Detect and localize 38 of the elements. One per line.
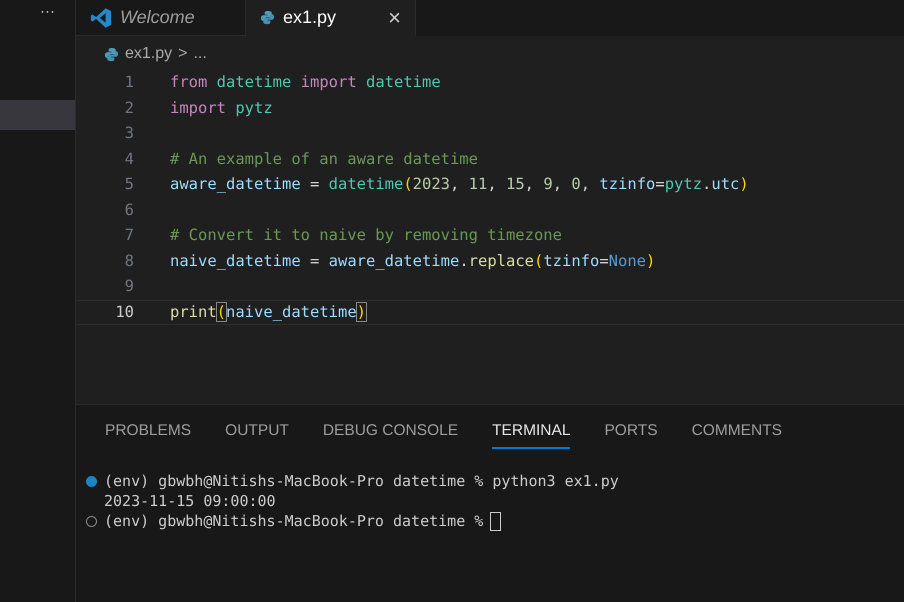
terminal-command: (env) gbwbh@Nitishs-MacBook-Pro datetime % xyxy=(104,511,484,532)
panel-tab[interactable]: TERMINAL xyxy=(492,419,570,450)
panel-tab[interactable]: PORTS xyxy=(604,419,658,450)
code-line: import pytz xyxy=(170,98,273,119)
app-logo-icon xyxy=(90,6,112,28)
code-line: # Convert it to naive by removing timezone xyxy=(170,225,562,246)
more-actions-icon[interactable]: ··· xyxy=(40,0,55,22)
line-number: 4 xyxy=(124,148,134,170)
code-line: # An example of an aware datetime xyxy=(170,148,478,170)
code-line: print(naive_datetime) xyxy=(170,302,366,323)
python-file-icon xyxy=(104,46,119,62)
code-line: naive_datetime = aware_datetime.replace(tzinfo=None) xyxy=(170,250,656,272)
line-number: 3 xyxy=(124,123,134,144)
line-number: 9 xyxy=(124,276,134,298)
line-number: 2 xyxy=(124,98,134,119)
tab-label: ex1.py xyxy=(283,6,336,29)
panel-tab[interactable]: OUTPUT xyxy=(225,419,289,450)
terminal-output: 2023-11-15 09:00:00 xyxy=(104,491,276,512)
code-line: from datetime import datetime xyxy=(170,72,441,94)
breadcrumb-item[interactable]: ... xyxy=(193,42,207,66)
panel-tab[interactable]: DEBUG CONSOLE xyxy=(322,419,458,450)
sidebar-selected-row[interactable] xyxy=(0,100,75,130)
code-line: aware_datetime = datetime(2023, 11, 15, 9, 0, tzinfo=pytz.utc) xyxy=(170,174,749,196)
line-number: 10 xyxy=(114,302,134,323)
line-number: 1 xyxy=(124,72,134,94)
line-number: 8 xyxy=(124,250,134,272)
breadcrumb-item[interactable]: ex1.py xyxy=(125,42,172,66)
line-number: 6 xyxy=(124,200,134,221)
python-file-icon xyxy=(260,10,275,25)
tab-label: Welcome xyxy=(120,6,195,29)
line-number: 5 xyxy=(124,174,134,196)
panel-tab[interactable]: COMMENTS xyxy=(692,419,782,450)
terminal-command: (env) gbwbh@Nitishs-MacBook-Pro datetime % python3 ex1.py xyxy=(104,471,619,492)
editor-tab[interactable]: Welcome xyxy=(76,0,246,36)
panel-tab[interactable]: PROBLEMS xyxy=(105,419,192,450)
line-number: 7 xyxy=(124,225,134,246)
breadcrumb-separator: > xyxy=(178,44,188,64)
editor-tab[interactable]: ex1.py × xyxy=(246,0,416,36)
